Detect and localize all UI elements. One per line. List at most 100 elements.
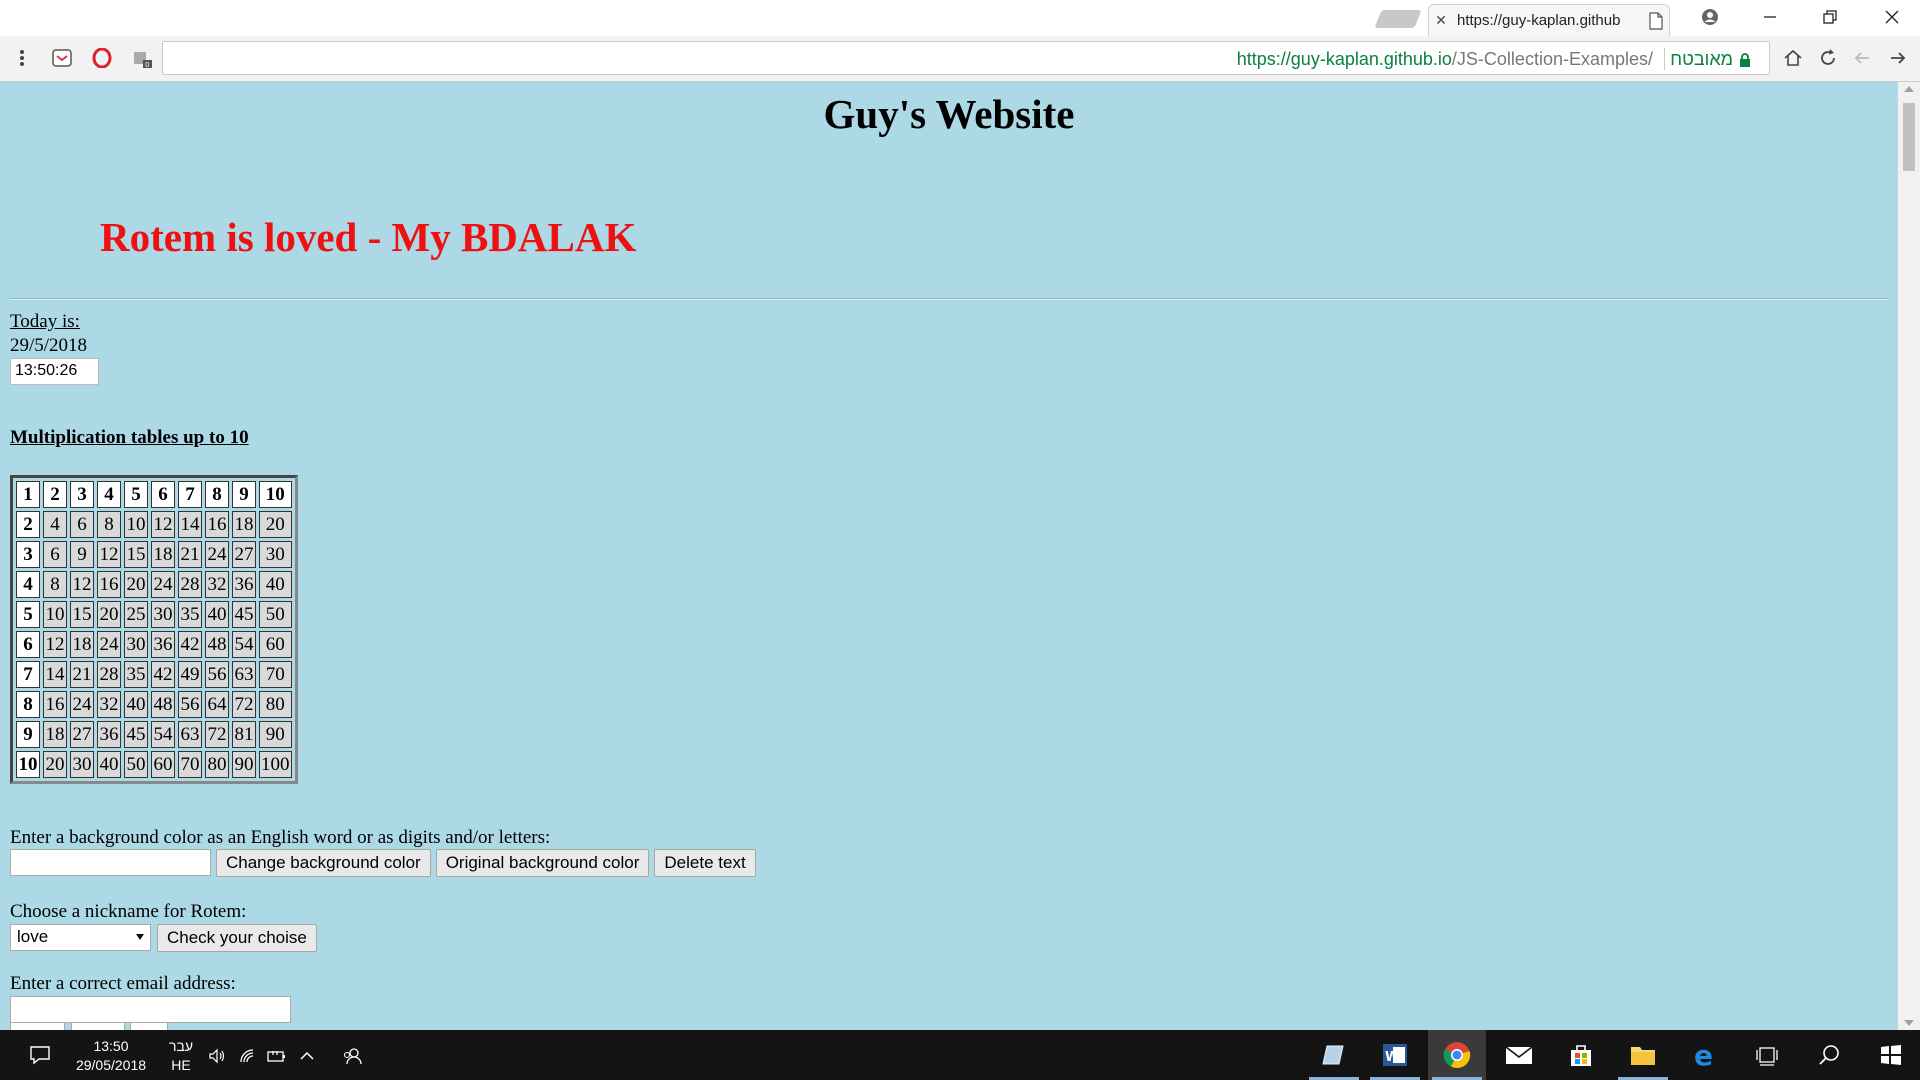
tray-time: 13:50: [93, 1038, 129, 1054]
table-cell: 42: [178, 631, 202, 658]
mail-icon: [1505, 1046, 1533, 1064]
table-cell: 12: [70, 571, 94, 598]
table-cell: 25: [124, 601, 148, 628]
table-cell: 28: [97, 661, 121, 688]
pocket-icon: [52, 49, 72, 67]
dropdown-arrow-icon: [136, 934, 144, 940]
table-header-cell: 10: [16, 751, 40, 778]
wifi-icon[interactable]: [237, 1045, 259, 1067]
clock-field[interactable]: 13:50:26: [10, 358, 99, 385]
taskbar-app-edge[interactable]: e: [1676, 1030, 1734, 1080]
table-cell: 28: [178, 571, 202, 598]
nickname-select[interactable]: love: [10, 924, 151, 951]
tray-clock[interactable]: 13:50 29/05/2018: [64, 1037, 158, 1075]
window-restore-button[interactable]: [1802, 0, 1858, 34]
table-cell: 100: [259, 751, 292, 778]
table-cell: 30: [151, 601, 175, 628]
table-header-cell: 5: [124, 481, 148, 508]
menu-button[interactable]: [8, 44, 36, 72]
taskbar-app-explorer[interactable]: [1614, 1030, 1672, 1080]
url-scheme: https://: [1236, 49, 1291, 69]
forward-button[interactable]: [1848, 44, 1876, 72]
volume-icon[interactable]: [206, 1045, 228, 1067]
delete-text-button[interactable]: Delete text: [654, 849, 756, 877]
taskbar-app-word[interactable]: W: [1366, 1030, 1424, 1080]
task-view-button[interactable]: [1738, 1030, 1796, 1080]
table-cell: 45: [232, 601, 256, 628]
table-cell: 40: [97, 751, 121, 778]
tab-close-button[interactable]: ✕: [1429, 12, 1453, 29]
table-cell: 36: [232, 571, 256, 598]
table-cell: 18: [151, 541, 175, 568]
table-cell: 21: [70, 661, 94, 688]
email-label: Enter a correct email address:: [10, 973, 236, 994]
taskbar-app-notes[interactable]: [1305, 1030, 1363, 1080]
email-input[interactable]: [10, 996, 291, 1023]
browser-titlebar: ✕ https://guy-kaplan.github: [0, 0, 1920, 36]
email-button-partial[interactable]: [130, 1022, 168, 1030]
table-cell: 24: [70, 691, 94, 718]
table-cell: 16: [97, 571, 121, 598]
table-cell: 24: [151, 571, 175, 598]
check-choice-button[interactable]: Check your choise: [157, 924, 317, 952]
search-button[interactable]: [1800, 1030, 1858, 1080]
scrollbar-thumb[interactable]: [1903, 103, 1915, 171]
profile-button[interactable]: [1682, 0, 1738, 34]
background-color-input[interactable]: [10, 849, 211, 876]
back-button[interactable]: [1884, 44, 1912, 72]
multiplication-table: 1 2 3 4 5 6 7 8 9 10 2 4 6 8 10 12 14 16 18 20 3 6 9 12 15 18 21 24…: [10, 475, 298, 784]
email-button-partial[interactable]: [71, 1022, 125, 1030]
pocket-extension-button[interactable]: [48, 44, 76, 72]
browser-toolbar: 0 https://guy-kaplan.github.io/JS-Collec…: [0, 36, 1920, 82]
date-text: 29/5/2018: [10, 335, 88, 356]
scroll-up-arrow-icon[interactable]: [1904, 86, 1914, 92]
table-cell: 32: [205, 571, 229, 598]
email-button-partial[interactable]: [10, 1022, 65, 1030]
table-header-cell: 10: [259, 481, 292, 508]
table-cell: 50: [124, 751, 148, 778]
reload-button[interactable]: [1814, 44, 1842, 72]
table-cell: 14: [178, 511, 202, 538]
table-cell: 90: [259, 721, 292, 748]
new-tab-button[interactable]: [1374, 10, 1422, 28]
table-cell: 24: [205, 541, 229, 568]
start-button[interactable]: [1862, 1030, 1920, 1080]
chevron-up-icon[interactable]: [296, 1045, 318, 1067]
table-header-cell: 7: [16, 661, 40, 688]
nickname-label: Choose a nickname for Rotem:: [10, 901, 247, 922]
taskbar-app-chrome[interactable]: [1428, 1030, 1486, 1080]
window-close-button[interactable]: [1864, 0, 1920, 34]
security-chip[interactable]: מאובטח: [1670, 49, 1751, 70]
people-icon[interactable]: [341, 1045, 363, 1067]
table-cell: 81: [232, 721, 256, 748]
opera-extension-button[interactable]: [88, 44, 116, 72]
table-cell: 27: [232, 541, 256, 568]
taskbar-app-mail[interactable]: [1490, 1030, 1548, 1080]
table-row: 3 6 9 12 15 18 21 24 27 30: [16, 541, 292, 568]
page-scrollbar[interactable]: [1898, 82, 1920, 1030]
table-cell: 10: [124, 511, 148, 538]
table-header-cell: 6: [151, 481, 175, 508]
url-text: https://guy-kaplan.github.io/JS-Collecti…: [1237, 49, 1653, 70]
table-cell: 40: [205, 601, 229, 628]
arrow-right-icon: [1891, 52, 1906, 64]
browser-tab[interactable]: ✕ https://guy-kaplan.github: [1428, 4, 1670, 36]
battery-icon[interactable]: [266, 1045, 288, 1067]
window-minimize-button[interactable]: [1742, 0, 1798, 34]
nickname-selected-value: love: [17, 927, 49, 946]
table-cell: 18: [70, 631, 94, 658]
address-bar[interactable]: https://guy-kaplan.github.io/JS-Collecti…: [162, 41, 1770, 75]
scroll-down-arrow-icon[interactable]: [1904, 1020, 1914, 1026]
original-background-button[interactable]: Original background color: [435, 849, 650, 877]
table-cell: 70: [178, 751, 202, 778]
language-indicator[interactable]: עבר HE: [166, 1037, 196, 1075]
change-background-button[interactable]: Change background color: [216, 849, 431, 877]
extension-button[interactable]: 0: [128, 44, 156, 72]
home-button[interactable]: [1779, 44, 1807, 72]
taskbar-app-store[interactable]: [1552, 1030, 1610, 1080]
table-cell: 35: [178, 601, 202, 628]
store-icon: [1571, 1045, 1591, 1066]
action-center-button[interactable]: [10, 1030, 70, 1080]
table-cell: 14: [43, 661, 67, 688]
lock-icon: [1740, 52, 1750, 67]
